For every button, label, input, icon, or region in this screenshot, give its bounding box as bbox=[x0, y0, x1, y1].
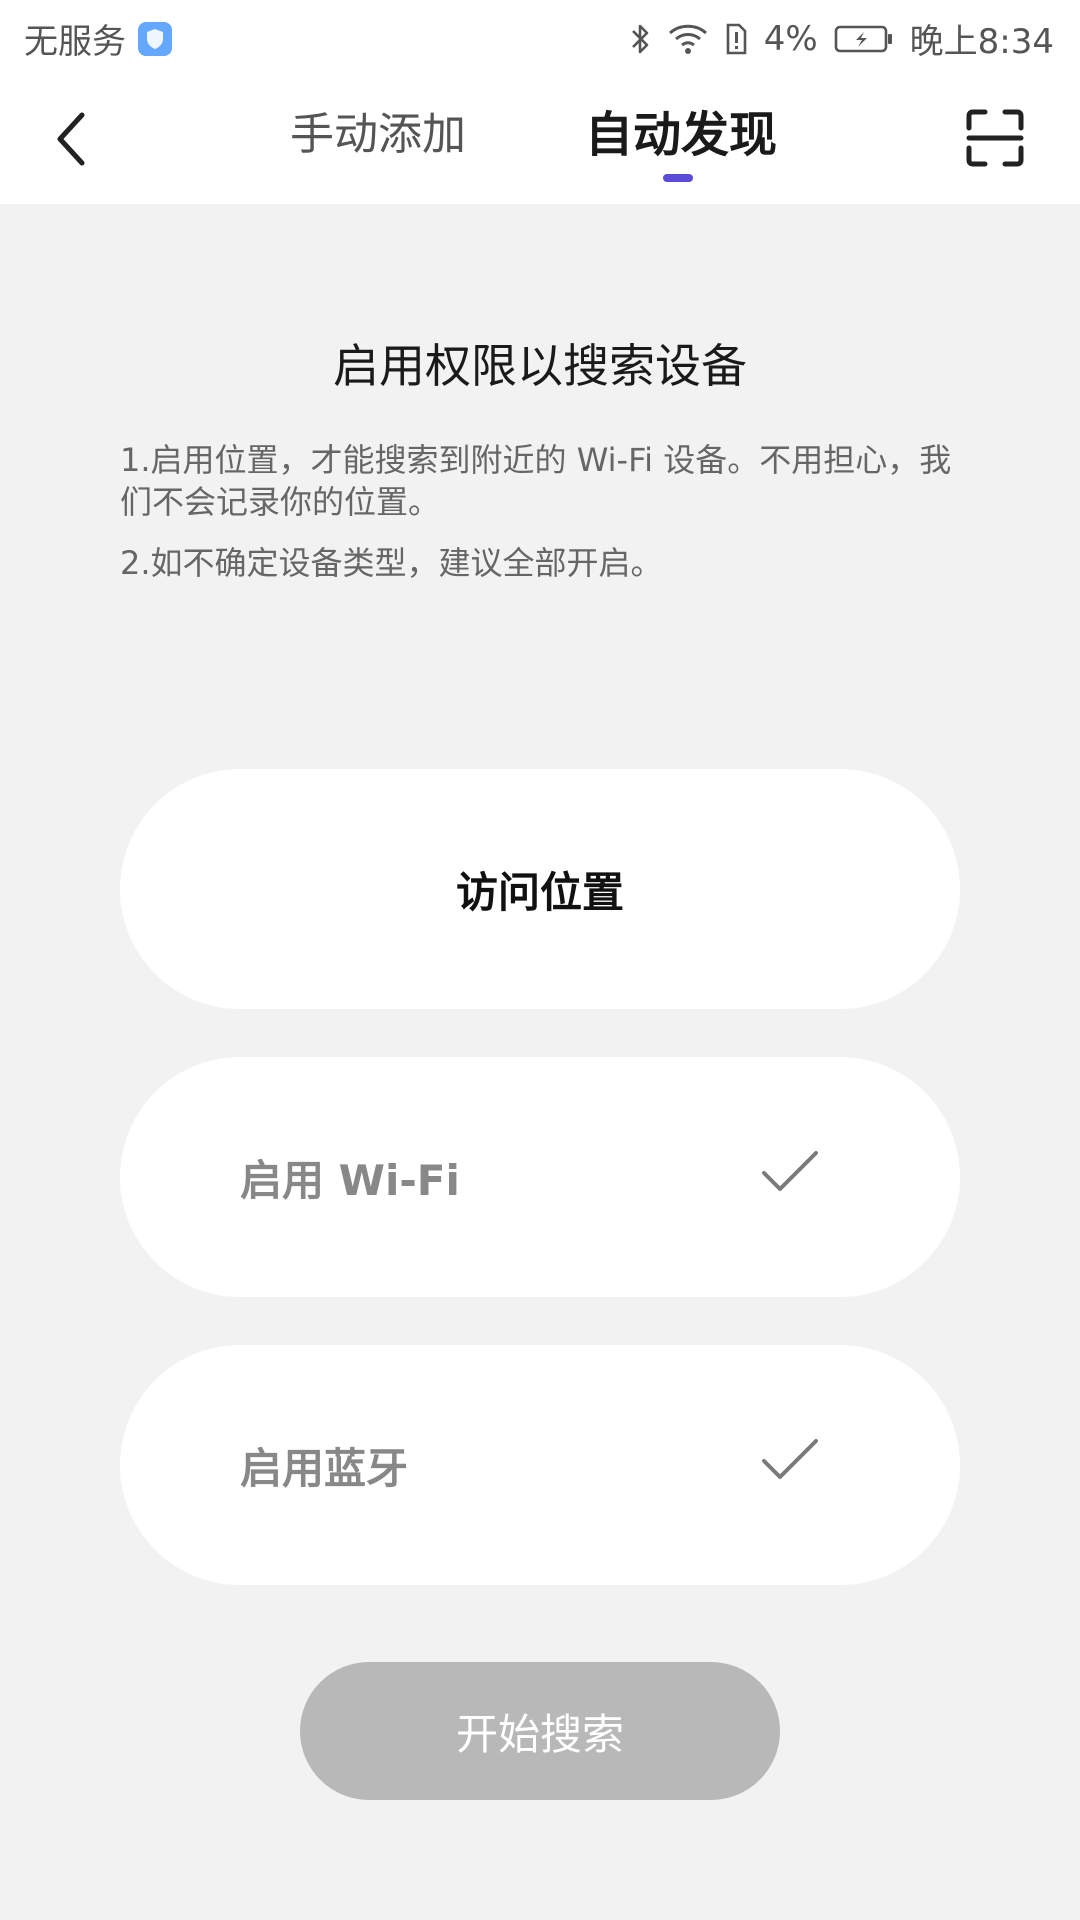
enable-bluetooth-label: 启用蓝牙 bbox=[240, 1443, 409, 1493]
status-bar: 无服务 4% 晚上8:34 bbox=[0, 0, 1080, 76]
enable-bluetooth-button[interactable]: 启用蓝牙 bbox=[120, 1345, 960, 1585]
description-line-1: 1.启用位置，才能搜索到附近的 Wi-Fi 设备。不用担心，我们不会记录你的位置… bbox=[120, 441, 952, 521]
top-navigation: 手动添加 自动发现 bbox=[0, 76, 1080, 204]
bluetooth-icon bbox=[630, 22, 652, 56]
battery-icon bbox=[834, 24, 894, 54]
carrier-text: 无服务 bbox=[24, 22, 126, 62]
page-title: 启用权限以搜索设备 bbox=[333, 339, 747, 393]
status-left: 无服务 bbox=[24, 14, 172, 63]
back-button[interactable] bbox=[40, 104, 100, 174]
chevron-left-icon bbox=[57, 112, 85, 166]
status-right: 4% 晚上8:34 bbox=[630, 14, 1054, 63]
active-tab-indicator bbox=[663, 174, 693, 182]
wifi-icon bbox=[668, 23, 708, 55]
battery-text: 4% bbox=[763, 18, 818, 59]
start-search-button[interactable]: 开始搜索 bbox=[300, 1662, 780, 1800]
enable-wifi-label: 启用 Wi-Fi bbox=[240, 1155, 460, 1205]
access-location-label: 访问位置 bbox=[455, 867, 624, 917]
scan-button[interactable] bbox=[965, 108, 1025, 168]
sim-alert-icon bbox=[724, 22, 748, 56]
check-icon bbox=[762, 1439, 818, 1479]
access-location-button[interactable]: 访问位置 bbox=[120, 769, 960, 1009]
time-text: 晚上8:34 bbox=[909, 22, 1054, 62]
tab-auto-discover[interactable]: 自动发现 bbox=[585, 102, 777, 169]
description: 1.启用位置，才能搜索到附近的 Wi-Fi 设备。不用担心，我们不会记录你的位置… bbox=[120, 440, 960, 585]
check-icon bbox=[762, 1151, 818, 1191]
enable-wifi-button[interactable]: 启用 Wi-Fi bbox=[120, 1057, 960, 1297]
description-line-2: 2.如不确定设备类型，建议全部开启。 bbox=[120, 544, 663, 583]
scan-icon bbox=[966, 109, 1024, 167]
shield-icon bbox=[138, 21, 172, 56]
tab-manual-add[interactable]: 手动添加 bbox=[290, 104, 466, 166]
